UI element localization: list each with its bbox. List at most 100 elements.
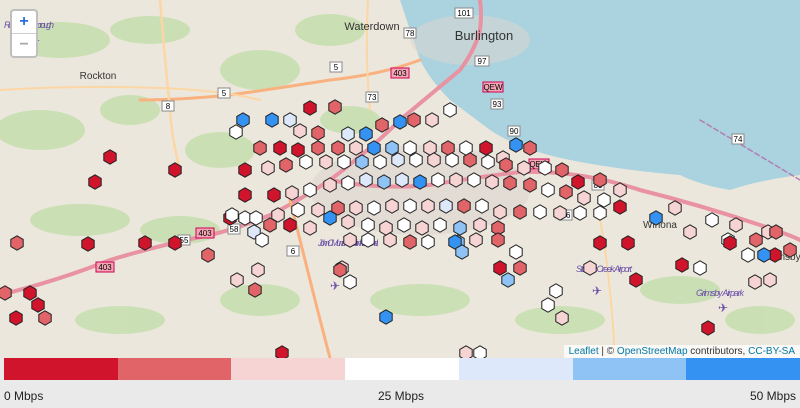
speed-hexagon[interactable] bbox=[741, 247, 755, 263]
speed-hexagon[interactable] bbox=[236, 112, 250, 128]
speed-hexagon[interactable] bbox=[323, 210, 337, 226]
speed-hexagon[interactable] bbox=[481, 154, 495, 170]
speed-hexagon[interactable] bbox=[513, 260, 527, 276]
speed-hexagon[interactable] bbox=[373, 154, 387, 170]
speed-hexagon[interactable] bbox=[385, 140, 399, 156]
speed-hexagon[interactable] bbox=[459, 345, 473, 358]
speed-hexagon[interactable] bbox=[705, 212, 719, 228]
map[interactable]: 8 6 403 403 403 5 5 73 78 97 101 QEW QEW… bbox=[0, 0, 800, 358]
speed-hexagon[interactable] bbox=[0, 285, 12, 301]
speed-hexagon[interactable] bbox=[549, 283, 563, 299]
speed-hexagon[interactable] bbox=[445, 152, 459, 168]
speed-hexagon[interactable] bbox=[303, 220, 317, 236]
speed-hexagon[interactable] bbox=[473, 345, 487, 358]
speed-hexagon[interactable] bbox=[383, 232, 397, 248]
speed-hexagon[interactable] bbox=[323, 177, 337, 193]
speed-hexagon[interactable] bbox=[328, 99, 342, 115]
speed-hexagon[interactable] bbox=[559, 184, 573, 200]
speed-hexagon[interactable] bbox=[311, 202, 325, 218]
speed-hexagon[interactable] bbox=[503, 175, 517, 191]
speed-hexagon[interactable] bbox=[333, 262, 347, 278]
osm-link[interactable]: OpenStreetMap bbox=[617, 346, 688, 357]
speed-hexagon[interactable] bbox=[433, 217, 447, 233]
speed-hexagon[interactable] bbox=[361, 232, 375, 248]
speed-hexagon[interactable] bbox=[397, 217, 411, 233]
speed-hexagon[interactable] bbox=[349, 200, 363, 216]
speed-hexagon[interactable] bbox=[701, 320, 715, 336]
speed-hexagon[interactable] bbox=[431, 172, 445, 188]
speed-hexagon[interactable] bbox=[285, 185, 299, 201]
speed-hexagon[interactable] bbox=[359, 172, 373, 188]
speed-hexagon[interactable] bbox=[457, 198, 471, 214]
speed-hexagon[interactable] bbox=[577, 190, 591, 206]
speed-hexagon[interactable] bbox=[425, 112, 439, 128]
speed-hexagon[interactable] bbox=[501, 272, 515, 288]
speed-hexagon[interactable] bbox=[355, 154, 369, 170]
speed-hexagon[interactable] bbox=[138, 235, 152, 251]
speed-hexagon[interactable] bbox=[668, 200, 682, 216]
speed-hexagon[interactable] bbox=[38, 310, 52, 326]
speed-hexagon[interactable] bbox=[613, 199, 627, 215]
speed-hexagon[interactable] bbox=[541, 182, 555, 198]
speed-hexagon[interactable] bbox=[683, 224, 697, 240]
speed-hexagon[interactable] bbox=[538, 160, 552, 176]
speed-hexagon[interactable] bbox=[395, 172, 409, 188]
speed-hexagon[interactable] bbox=[343, 232, 357, 248]
speed-hexagon[interactable] bbox=[337, 154, 351, 170]
speed-hexagon[interactable] bbox=[499, 157, 513, 173]
speed-hexagon[interactable] bbox=[349, 140, 363, 156]
speed-hexagon[interactable] bbox=[391, 152, 405, 168]
speed-hexagon[interactable] bbox=[331, 140, 345, 156]
speed-hexagon[interactable] bbox=[729, 217, 743, 233]
speed-hexagon[interactable] bbox=[475, 198, 489, 214]
speed-hexagon[interactable] bbox=[201, 247, 215, 263]
speed-hexagon[interactable] bbox=[571, 174, 585, 190]
speed-hexagon[interactable] bbox=[453, 220, 467, 236]
speed-hexagon[interactable] bbox=[583, 260, 597, 276]
speed-hexagon[interactable] bbox=[279, 157, 293, 173]
speed-hexagon[interactable] bbox=[249, 210, 263, 226]
speed-hexagon[interactable] bbox=[463, 152, 477, 168]
speed-hexagon[interactable] bbox=[273, 140, 287, 156]
speed-hexagon[interactable] bbox=[491, 232, 505, 248]
speed-hexagon[interactable] bbox=[299, 154, 313, 170]
speed-hexagon[interactable] bbox=[275, 345, 289, 358]
speed-hexagon[interactable] bbox=[23, 285, 37, 301]
speed-hexagon[interactable] bbox=[230, 272, 244, 288]
speed-hexagon[interactable] bbox=[493, 260, 507, 276]
speed-hexagon[interactable] bbox=[509, 244, 523, 260]
speed-hexagon[interactable] bbox=[407, 112, 421, 128]
speed-hexagon[interactable] bbox=[621, 235, 635, 251]
speed-hexagon[interactable] bbox=[88, 174, 102, 190]
speed-hexagon[interactable] bbox=[385, 198, 399, 214]
speed-hexagon[interactable] bbox=[248, 282, 262, 298]
speed-hexagon[interactable] bbox=[293, 123, 307, 139]
zoom-in-button[interactable]: + bbox=[12, 11, 36, 33]
speed-hexagon[interactable] bbox=[238, 187, 252, 203]
speed-hexagon[interactable] bbox=[31, 297, 45, 313]
speed-hexagon[interactable] bbox=[555, 310, 569, 326]
speed-hexagon[interactable] bbox=[485, 174, 499, 190]
speed-hexagon[interactable] bbox=[479, 140, 493, 156]
speed-hexagon[interactable] bbox=[168, 162, 182, 178]
speed-hexagon[interactable] bbox=[757, 247, 771, 263]
speed-hexagon[interactable] bbox=[265, 112, 279, 128]
license-link[interactable]: CC-BY-SA bbox=[748, 346, 795, 357]
speed-hexagon[interactable] bbox=[81, 236, 95, 252]
speed-hexagon[interactable] bbox=[403, 234, 417, 250]
speed-hexagon[interactable] bbox=[311, 125, 325, 141]
speed-hexagon[interactable] bbox=[629, 272, 643, 288]
speed-hexagon[interactable] bbox=[523, 140, 537, 156]
speed-hexagon[interactable] bbox=[723, 235, 737, 251]
speed-hexagon[interactable] bbox=[409, 152, 423, 168]
speed-hexagon[interactable] bbox=[303, 100, 317, 116]
speed-hexagon[interactable] bbox=[675, 257, 689, 273]
speed-hexagon[interactable] bbox=[261, 160, 275, 176]
speed-hexagon[interactable] bbox=[291, 142, 305, 158]
speed-hexagon[interactable] bbox=[379, 309, 393, 325]
speed-hexagon[interactable] bbox=[267, 187, 281, 203]
speed-hexagon[interactable] bbox=[311, 140, 325, 156]
speed-hexagon[interactable] bbox=[359, 126, 373, 142]
speed-hexagon[interactable] bbox=[439, 198, 453, 214]
speed-hexagon[interactable] bbox=[375, 117, 389, 133]
